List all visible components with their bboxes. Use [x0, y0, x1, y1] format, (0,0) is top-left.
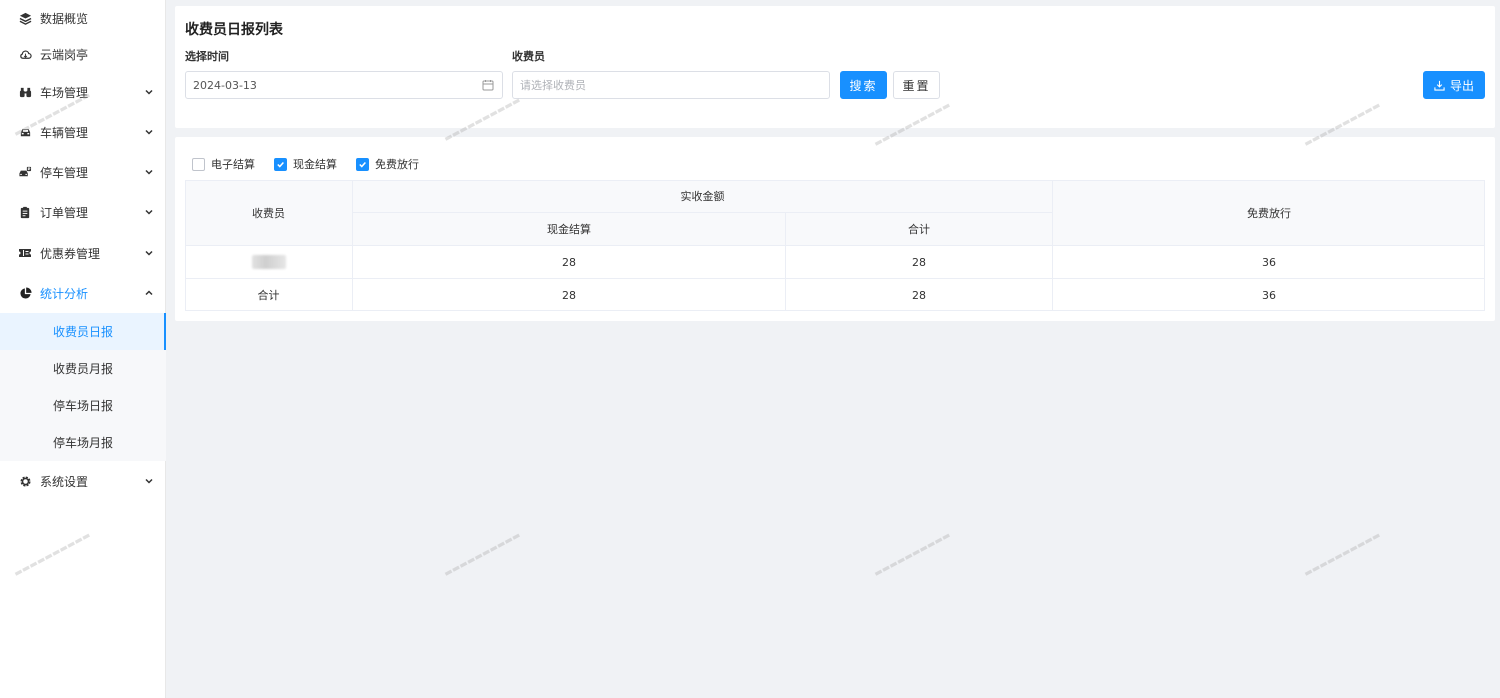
sidebar-item-statistics[interactable]: 统计分析 [0, 273, 166, 313]
table-cell-total: 28 [786, 246, 1053, 279]
sidebar-item-label: 统计分析 [40, 286, 89, 301]
watermark: ▬▬▬▬▬▬▬▬▬▬ [1302, 530, 1383, 580]
chevron-down-icon [144, 207, 154, 217]
sidebar-item-label: 车辆管理 [40, 125, 89, 140]
submenu-item-lot-daily[interactable]: 停车场日报 [0, 387, 166, 424]
checkbox-label: 现金结算 [293, 158, 337, 171]
submenu-item-label: 停车场月报 [53, 436, 114, 450]
export-button[interactable]: 导出 [1423, 71, 1485, 99]
check-icon [274, 157, 287, 171]
redacted-name [251, 255, 286, 269]
layers-icon [18, 11, 32, 25]
pie-chart-icon [18, 286, 32, 300]
car-icon [18, 125, 32, 139]
chevron-down-icon [144, 476, 154, 486]
table-cell-free: 36 [1053, 246, 1485, 279]
chevron-down-icon [144, 127, 154, 137]
sidebar-item-label: 停车管理 [40, 165, 89, 180]
checkbox-box [192, 157, 205, 171]
sidebar-item-data-overview[interactable]: 数据概览 [0, 0, 166, 38]
cloud-icon [18, 47, 32, 61]
collector-field-label: 收费员 [512, 50, 545, 63]
clipboard-icon [18, 205, 32, 219]
sidebar-item-label: 优惠券管理 [40, 246, 101, 261]
submenu-item-collector-monthly[interactable]: 收费员月报 [0, 350, 166, 387]
sidebar-item-cloud-booth[interactable]: 云端岗亭 [0, 34, 166, 74]
sidebar-item-label: 云端岗亭 [40, 47, 89, 62]
sidebar-item-label: 车场管理 [40, 85, 89, 100]
binoculars-icon [18, 85, 32, 99]
free-release-checkbox[interactable]: 免费放行 [356, 156, 419, 172]
check-icon [356, 157, 369, 171]
column-header-total: 合计 [786, 213, 1053, 246]
checkbox-label: 免费放行 [375, 158, 419, 171]
chevron-down-icon [144, 248, 154, 258]
ticket-icon [18, 246, 32, 260]
download-icon [1434, 80, 1445, 91]
collector-select[interactable]: 请选择收费员 [512, 71, 830, 99]
filter-panel: 收费员日报列表 选择时间 2024-03-13 收费员 请选择收费员 搜索 重置… [175, 6, 1495, 128]
reset-button[interactable]: 重置 [893, 71, 940, 99]
calendar-icon [482, 79, 494, 91]
search-button[interactable]: 搜索 [840, 71, 887, 99]
submenu-item-lot-monthly[interactable]: 停车场月报 [0, 424, 166, 461]
submenu-item-label: 停车场日报 [53, 399, 114, 413]
sidebar-item-parking-management[interactable]: 停车管理 [0, 152, 166, 192]
column-header-collector: 收费员 [185, 180, 353, 246]
collector-select-placeholder: 请选择收费员 [520, 79, 586, 92]
column-group-actual-amount: 实收金额 [353, 180, 1053, 213]
chevron-up-icon [144, 288, 154, 298]
table-cell-collector [185, 246, 353, 279]
table-cell-cash: 28 [353, 279, 786, 311]
watermark: ▬▬▬▬▬▬▬▬▬▬ [442, 530, 523, 580]
sidebar-item-lot-management[interactable]: 车场管理 [0, 72, 166, 112]
page-title: 收费员日报列表 [185, 22, 283, 38]
sidebar-item-order-management[interactable]: 订单管理 [0, 192, 166, 232]
report-panel: 电子结算 现金结算 免费放行 收费员 实收金额 免费放行 现金结算 合计 28 … [175, 137, 1495, 321]
submenu-item-label: 收费员日报 [53, 325, 114, 339]
parking-car-icon [18, 165, 32, 179]
sidebar-item-label: 系统设置 [40, 474, 89, 489]
table-cell-total: 28 [786, 279, 1053, 311]
sidebar-item-system-settings[interactable]: 系统设置 [0, 461, 166, 501]
checkbox-label: 电子结算 [211, 158, 255, 171]
table-cell-cash: 28 [353, 246, 786, 279]
gear-icon [18, 474, 32, 488]
sidebar-item-vehicle-management[interactable]: 车辆管理 [0, 112, 166, 152]
cash-settlement-checkbox[interactable]: 现金结算 [274, 156, 337, 172]
electronic-settlement-checkbox[interactable]: 电子结算 [192, 156, 255, 172]
watermark: ▬▬▬▬▬▬▬▬▬▬ [872, 530, 953, 580]
column-header-cash: 现金结算 [353, 213, 786, 246]
submenu-item-collector-daily[interactable]: 收费员日报 [0, 313, 166, 350]
chevron-down-icon [144, 167, 154, 177]
collector-daily-table: 收费员 实收金额 免费放行 现金结算 合计 28 28 36 合计 28 28 … [185, 180, 1485, 311]
sidebar-item-label: 订单管理 [40, 205, 89, 220]
chevron-down-icon [144, 87, 154, 97]
sidebar-item-label: 数据概览 [40, 11, 89, 26]
table-cell-collector: 合计 [185, 279, 353, 311]
date-picker-value: 2024-03-13 [193, 78, 257, 92]
sidebar: 数据概览 云端岗亭 车场管理 车辆管理 停车管理 订单管理 优惠券管理 统计分析… [0, 0, 166, 698]
date-field-label: 选择时间 [185, 50, 229, 63]
sidebar-item-coupon-management[interactable]: 优惠券管理 [0, 233, 166, 273]
column-header-free-release: 免费放行 [1053, 180, 1485, 246]
date-picker-input[interactable]: 2024-03-13 [185, 71, 503, 99]
table-cell-free: 36 [1262, 288, 1276, 302]
export-button-label: 导出 [1449, 78, 1474, 93]
submenu-item-label: 收费员月报 [53, 362, 114, 376]
